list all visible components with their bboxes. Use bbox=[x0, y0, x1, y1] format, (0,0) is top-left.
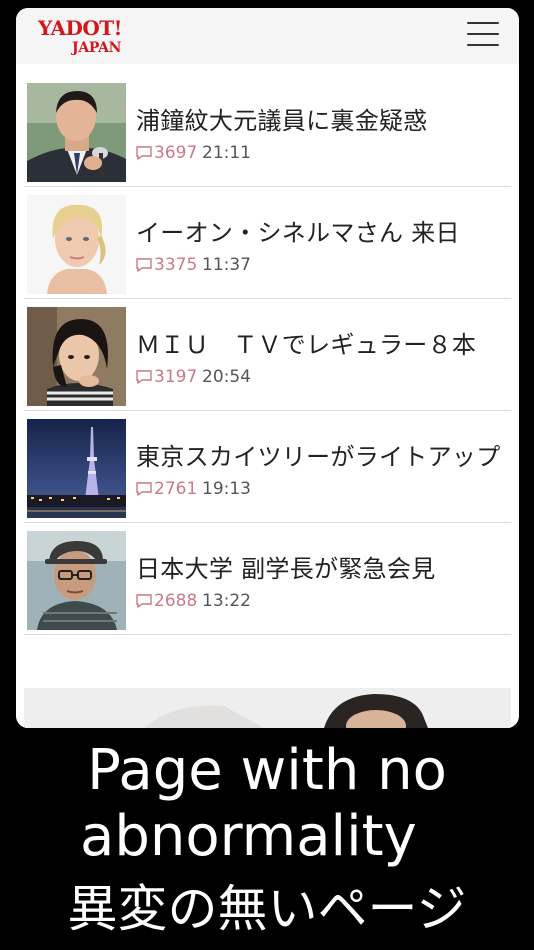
site-logo[interactable]: YADOT! JAPAN bbox=[38, 16, 138, 60]
article-item-1[interactable]: イーオン・シネルマさん 来日 3375 11:37 bbox=[24, 187, 511, 299]
comment-count: 3697 bbox=[154, 143, 198, 163]
comment-count: 2761 bbox=[154, 479, 198, 499]
blonde-woman-photo bbox=[27, 195, 126, 294]
article-title: 日本大学 副学長が緊急会見 bbox=[136, 555, 436, 583]
caption-english-line2: abnormality bbox=[80, 804, 417, 869]
logo-text-top: YADOT! bbox=[38, 16, 122, 40]
article-item-0[interactable]: 浦鐘紋大元議員に裏金疑惑 3697 21:11 bbox=[24, 75, 511, 187]
article-time: 21:11 bbox=[202, 143, 251, 163]
article-time: 13:22 bbox=[202, 591, 251, 611]
article-title: ＭＩＵ ＴＶでレギュラー８本 bbox=[136, 331, 477, 359]
article-title: 東京スカイツリーがライトアップ bbox=[136, 443, 501, 471]
logo-text-bottom: JAPAN bbox=[72, 40, 122, 56]
politician-photo bbox=[27, 83, 126, 182]
article-title: イーオン・シネルマさん 来日 bbox=[136, 219, 460, 247]
phone-screen: YADOT! JAPAN 浦鐘紋大元議員に裏金疑惑 3697 21:11 イーオ… bbox=[16, 8, 519, 728]
comment-icon bbox=[136, 594, 152, 609]
comment-count: 3375 bbox=[154, 255, 198, 275]
article-time: 19:13 bbox=[202, 479, 251, 499]
comment-icon bbox=[136, 258, 152, 273]
comment-icon bbox=[136, 482, 152, 497]
site-header: YADOT! JAPAN bbox=[16, 8, 519, 64]
caption-japanese: 異変の無いページ bbox=[67, 880, 467, 938]
article-time: 20:54 bbox=[202, 367, 251, 387]
article-time: 11:37 bbox=[202, 255, 251, 275]
article-list: 浦鐘紋大元議員に裏金疑惑 3697 21:11 イーオン・シネルマさん 来日 3… bbox=[24, 75, 511, 635]
article-item-4[interactable]: 日本大学 副学長が緊急会見 2688 13:22 bbox=[24, 523, 511, 635]
caption-english-line1: Page with no bbox=[87, 738, 447, 803]
skytree-night-photo bbox=[27, 419, 126, 518]
elderly-man-photo bbox=[27, 531, 126, 630]
article-title: 浦鐘紋大元議員に裏金疑惑 bbox=[136, 107, 428, 135]
article-item-3[interactable]: 東京スカイツリーがライトアップ 2761 19:13 bbox=[24, 411, 511, 523]
ad-banner-image[interactable] bbox=[24, 688, 511, 728]
hamburger-menu-icon[interactable] bbox=[467, 20, 499, 48]
comment-count: 2688 bbox=[154, 591, 198, 611]
dark-haired-woman-photo bbox=[27, 307, 126, 406]
comment-count: 3197 bbox=[154, 367, 198, 387]
comment-icon bbox=[136, 370, 152, 385]
comment-icon bbox=[136, 146, 152, 161]
article-item-2[interactable]: ＭＩＵ ＴＶでレギュラー８本 3197 20:54 bbox=[24, 299, 511, 411]
